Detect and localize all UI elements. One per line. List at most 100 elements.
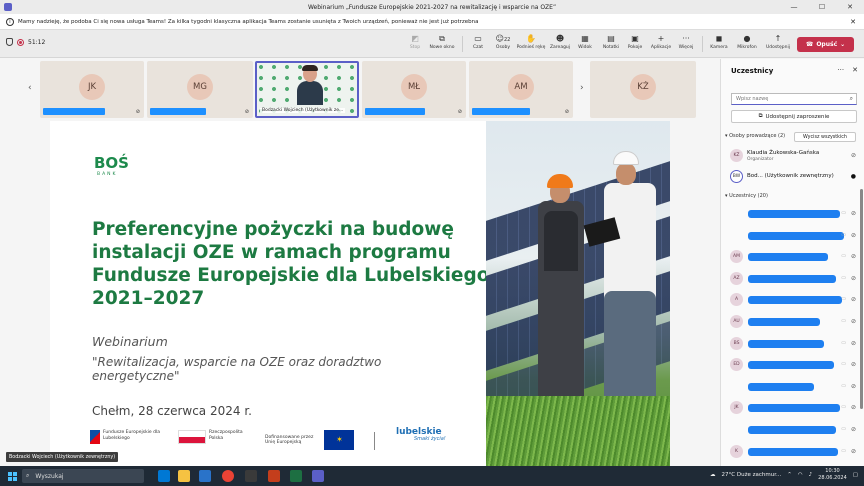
mic-off-icon: ⊘ (850, 274, 856, 282)
volume-icon[interactable]: ♪ (809, 472, 813, 478)
participant-search-input[interactable]: Wpisz nazwę ⌕ (731, 93, 857, 105)
participant-row[interactable]: AU ▭ ⊘ (730, 314, 858, 330)
weather-icon: ☁ (710, 472, 716, 478)
maximize-button[interactable]: ☐ (808, 0, 836, 14)
windows-start-icon[interactable] (8, 471, 17, 481)
participant-row[interactable]: JK ▭ ⊘ (730, 400, 858, 416)
close-icon[interactable]: ✕ (850, 18, 856, 26)
participant-row[interactable]: ▭ ⊘ (730, 228, 858, 244)
attendees-section-header[interactable]: ▾ Uczestnicy (20) (725, 193, 768, 199)
search-icon: ⌕ (26, 472, 30, 479)
panel-scrollbar[interactable] (860, 189, 863, 409)
people-button[interactable]: ☺22 Osoby (491, 34, 515, 56)
new-window-icon: ⧉ (439, 34, 445, 43)
outlook-app-icon[interactable] (158, 470, 170, 482)
window-controls: — ☐ ✕ (780, 0, 864, 14)
mute-all-button[interactable]: Wycisz wszystkich (794, 132, 856, 142)
camera-off-icon: ▭ (841, 253, 846, 260)
participant-row[interactable]: BS ▭ ⊘ (730, 336, 858, 352)
participant-row[interactable]: ▭ ⊘ (730, 379, 858, 395)
participant-row[interactable]: KŻ Klaudia Żukowska-Gańska Organizator ⊘ (730, 148, 858, 164)
share-invite-button[interactable]: ⧉ Udostępnij zaproszenie (731, 110, 857, 123)
edge-browser-icon[interactable] (199, 470, 211, 482)
camera-off-icon: ▭ (841, 426, 846, 432)
participant-row[interactable]: K ▭ ⊘ (730, 444, 858, 460)
info-icon: i (6, 17, 14, 26)
mic-off-icon: ⊘ (850, 339, 856, 347)
banner-text: Mamy nadzieję, że podoba Ci się nowa usł… (18, 18, 479, 25)
participant-row[interactable]: ▭ ⊘ (730, 422, 858, 438)
camera-off-icon: ▭ (841, 210, 846, 216)
speaker-video (297, 65, 323, 105)
plus-icon: + (657, 34, 665, 43)
new-window-button[interactable]: ⧉ Nowe okno (428, 34, 456, 56)
info-banner: i Mamy nadzieję, że podoba Ci się nowa u… (0, 14, 864, 30)
taskbar-search-input[interactable]: ⌕ Wyszukaj (22, 469, 144, 483)
mic-off-icon: ⊘ (457, 109, 462, 115)
participant-row[interactable]: ▭ ⊘ (730, 206, 858, 222)
toolbar-divider (702, 36, 703, 52)
mic-off-icon: ● (743, 34, 751, 43)
microphone-button[interactable]: ● Mikrofon (734, 34, 760, 56)
leave-button[interactable]: ☎ Opuść ⌄ (797, 37, 854, 52)
more-options-icon[interactable]: ··· (837, 66, 844, 74)
video-tile[interactable]: MG ⊘ (147, 61, 253, 118)
redacted-name (748, 447, 838, 456)
redacted-name (748, 382, 814, 391)
panel-title: Uczestnicy (731, 67, 774, 75)
camera-off-icon: ▭ (841, 361, 846, 368)
teams-taskbar-icon[interactable] (312, 470, 324, 482)
active-speaker-label: Bodzacki Wojciech (Użytkownik zewnętrzny… (6, 452, 119, 462)
emoji-icon: ☻ (555, 34, 565, 43)
video-tile[interactable]: KŻ (590, 61, 696, 118)
participant-row[interactable]: ED ▭ ⊘ (730, 357, 858, 373)
participant-row[interactable]: BW Bod... (Użytkownik zewnętrzny) ● (730, 169, 858, 185)
avatar (730, 423, 743, 436)
notes-button[interactable]: ▤ Notatki (600, 34, 622, 56)
notifications-icon[interactable]: ▢ (853, 472, 858, 478)
close-window-button[interactable]: ✕ (836, 0, 864, 14)
close-icon[interactable]: ✕ (852, 66, 858, 74)
active-speaker-tile[interactable]: Bodzacki Wojciech (Użytkownik ze... (255, 61, 359, 118)
participant-row[interactable]: AZ ▭ ⊘ (730, 271, 858, 287)
camera-button[interactable]: ◼ Kamera (708, 34, 730, 56)
powerpoint-icon[interactable] (268, 470, 280, 482)
share-button[interactable]: ↑ Udostępnij (764, 34, 792, 56)
minimize-button[interactable]: — (780, 0, 808, 14)
tray-overflow-icon[interactable]: ⌃ (787, 472, 792, 478)
more-button[interactable]: ··· Więcej (675, 34, 697, 56)
presenters-section-header[interactable]: ▾ Osoby prowadzące (2) (725, 133, 785, 139)
wifi-icon[interactable]: ◠ (798, 472, 803, 478)
stage-button[interactable]: ◩ Stop (404, 34, 426, 56)
rooms-button[interactable]: ▣ Pokoje (625, 34, 645, 56)
file-explorer-icon[interactable] (178, 470, 190, 482)
camera-off-icon: ▭ (841, 382, 846, 389)
view-button[interactable]: ▦ Widok (575, 34, 595, 56)
mic-off-icon: ⊘ (850, 253, 856, 261)
rp-logo: Rzeczpospolita Polska (178, 430, 256, 444)
avatar: MG (187, 74, 213, 100)
video-tile[interactable]: MŁ ⊘ (362, 61, 466, 118)
people-count: 22 (503, 37, 511, 43)
raise-hand-button[interactable]: ✋ Podnieś rękę (515, 34, 547, 56)
chat-button[interactable]: ▭ Czat (468, 34, 488, 56)
chrome-browser-icon[interactable] (222, 470, 234, 482)
mic-off-icon: ⊘ (850, 296, 856, 304)
app-icon[interactable] (245, 470, 257, 482)
react-button[interactable]: ☻ Zareaguj (548, 34, 572, 56)
bos-bank-logo: BOŚ BANK (94, 154, 129, 177)
redacted-name (43, 108, 105, 115)
slide-headline: Preferencyjne pożyczki na budowę instala… (92, 219, 490, 309)
excel-icon[interactable] (290, 470, 302, 482)
redacted-name (748, 318, 820, 326)
apps-button[interactable]: + Aplikacje (648, 34, 674, 56)
weather-text[interactable]: 27°C Duże zachmur... (722, 472, 782, 478)
taskbar-clock[interactable]: 10:30 28.06.2024 (818, 468, 847, 482)
participant-row[interactable]: A ▭ ⊘ (730, 292, 858, 308)
participant-row[interactable]: AM ▭ ⊘ (730, 249, 858, 265)
slide-date: Chełm, 28 czerwca 2024 r. (92, 404, 252, 418)
redacted-name (748, 339, 824, 348)
video-tile[interactable]: JK ⊘ (40, 61, 144, 118)
funding-logos: Fundusze Europejskie dla Lubelskiego Rze… (90, 428, 490, 456)
video-tile[interactable]: AM ⊘ (469, 61, 573, 118)
